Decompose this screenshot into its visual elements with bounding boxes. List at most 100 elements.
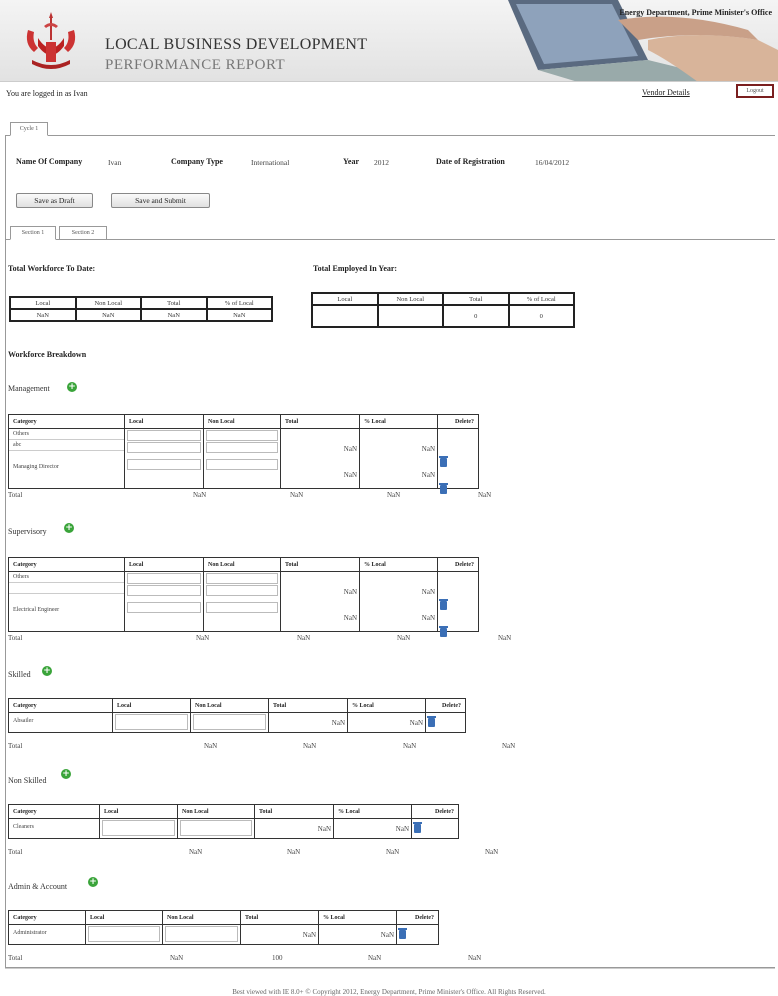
non-local-input[interactable] xyxy=(180,820,252,836)
save-draft-button[interactable]: Save as Draft xyxy=(16,193,93,208)
year-value: 2012 xyxy=(374,158,389,167)
local-input[interactable] xyxy=(115,714,188,730)
local-input[interactable] xyxy=(127,585,201,596)
add-admin-icon[interactable]: + xyxy=(88,877,98,887)
delete-trash-icon[interactable] xyxy=(439,626,448,637)
tab-section-1[interactable]: Section 1 xyxy=(10,226,56,240)
workforce-title: Total Workforce To Date: xyxy=(8,264,96,273)
category-select[interactable]: Administrator xyxy=(9,928,85,939)
breakdown-title: Workforce Breakdown xyxy=(8,350,87,359)
header-local: Local xyxy=(9,296,77,310)
category-select[interactable]: Managing Director xyxy=(9,462,124,473)
save-submit-button[interactable]: Save and Submit xyxy=(111,193,210,208)
non-skilled-table: Category Local Non Local Total % Local D… xyxy=(8,804,459,839)
tab-cycle-1[interactable]: Cycle 1 xyxy=(10,122,48,136)
col-non-local: Non Local xyxy=(203,557,281,572)
company-name-value: Ivan xyxy=(108,158,122,167)
col-delete: Delete? xyxy=(437,557,479,572)
header-pct-local: % of Local xyxy=(205,296,273,310)
col-pct-local: % Local xyxy=(347,698,426,713)
tab-section-2[interactable]: Section 2 xyxy=(59,226,107,240)
delete-trash-icon[interactable] xyxy=(413,822,422,833)
category-select[interactable]: Cleaners xyxy=(9,822,99,833)
delete-trash-icon[interactable] xyxy=(439,599,448,610)
header-local: Local xyxy=(311,292,379,306)
non-local-input[interactable] xyxy=(165,926,238,942)
total-label: Total xyxy=(8,848,23,856)
local-input[interactable] xyxy=(127,573,201,584)
col-pct-local: % Local xyxy=(333,804,412,819)
group-non-skilled-label: Non Skilled xyxy=(8,776,47,785)
vendor-details-link[interactable]: Vendor Details xyxy=(642,88,690,97)
local-input[interactable] xyxy=(127,430,201,441)
header-non-local: Non Local xyxy=(376,292,444,306)
add-management-icon[interactable]: + xyxy=(67,382,77,392)
col-non-local: Non Local xyxy=(177,804,255,819)
row-total: NaN xyxy=(302,931,316,939)
logout-button[interactable]: Logout xyxy=(736,84,774,98)
management-table: Category Local Non Local Total % Local D… xyxy=(8,414,479,494)
row-total: NaN xyxy=(343,614,357,622)
total-total: NaN xyxy=(403,742,417,750)
row-pct-local: NaN xyxy=(421,614,435,622)
local-input[interactable] xyxy=(127,442,201,453)
delete-trash-icon[interactable] xyxy=(439,456,448,467)
total-label: Total xyxy=(8,491,23,499)
total-non-local: NaN xyxy=(297,634,311,642)
non-local-input[interactable] xyxy=(206,442,278,453)
company-type-value: International xyxy=(251,158,290,167)
delete-trash-icon[interactable] xyxy=(398,928,407,939)
non-local-input[interactable] xyxy=(206,459,278,470)
group-skilled-label: Skilled xyxy=(8,670,31,679)
non-local-input[interactable] xyxy=(206,585,278,596)
total-label: Total xyxy=(8,954,23,962)
col-pct-local: % Local xyxy=(359,414,438,429)
workforce-summary-table: Local Non Local Total % of Local NaN NaN… xyxy=(9,296,273,322)
col-local: Local xyxy=(99,804,178,819)
col-local: Local xyxy=(112,698,191,713)
supervisory-table: Category Local Non Local Total % Local D… xyxy=(8,557,479,637)
total-pct-local: NaN xyxy=(485,848,499,856)
category-select[interactable]: Others xyxy=(9,572,124,583)
row-pct-local: NaN xyxy=(380,931,394,939)
employed-pct-local: 0 xyxy=(507,304,575,328)
col-category: Category xyxy=(8,910,86,925)
local-input[interactable] xyxy=(88,926,160,942)
title-line2: PERFORMANCE REPORT xyxy=(105,57,286,73)
category-select[interactable]: Others xyxy=(9,429,124,440)
employed-local[interactable] xyxy=(311,304,379,328)
total-local: NaN xyxy=(204,742,218,750)
local-input[interactable] xyxy=(102,820,175,836)
workforce-total: NaN xyxy=(140,308,208,322)
total-total: NaN xyxy=(386,848,400,856)
add-supervisory-icon[interactable]: + xyxy=(64,523,74,533)
category-select[interactable]: Absailer xyxy=(9,716,112,727)
category-select[interactable]: Electrical Engineer xyxy=(9,605,124,616)
employed-non-local[interactable] xyxy=(376,304,444,328)
col-category: Category xyxy=(8,557,125,572)
non-local-input[interactable] xyxy=(206,573,278,584)
total-pct-local: NaN xyxy=(498,634,512,642)
total-total: NaN xyxy=(397,634,411,642)
col-local: Local xyxy=(85,910,163,925)
row-total: NaN xyxy=(343,471,357,479)
non-local-input[interactable] xyxy=(206,602,278,613)
non-local-input[interactable] xyxy=(206,430,278,441)
delete-trash-icon[interactable] xyxy=(439,483,448,494)
non-local-input[interactable] xyxy=(193,714,266,730)
category-other-input[interactable]: abc xyxy=(9,440,124,451)
total-total: NaN xyxy=(368,954,382,962)
add-skilled-icon[interactable]: + xyxy=(42,666,52,676)
workforce-local: NaN xyxy=(9,308,77,322)
registration-date-value: 16/04/2012 xyxy=(535,158,570,167)
category-other-input[interactable] xyxy=(9,583,124,594)
col-non-local: Non Local xyxy=(162,910,241,925)
add-non-skilled-icon[interactable]: + xyxy=(61,769,71,779)
col-delete: Delete? xyxy=(411,804,459,819)
delete-trash-icon[interactable] xyxy=(427,716,436,727)
row-total: NaN xyxy=(343,588,357,596)
row-total: NaN xyxy=(331,719,345,727)
local-input[interactable] xyxy=(127,459,201,470)
local-input[interactable] xyxy=(127,602,201,613)
skilled-table: Category Local Non Local Total % Local D… xyxy=(8,698,466,733)
